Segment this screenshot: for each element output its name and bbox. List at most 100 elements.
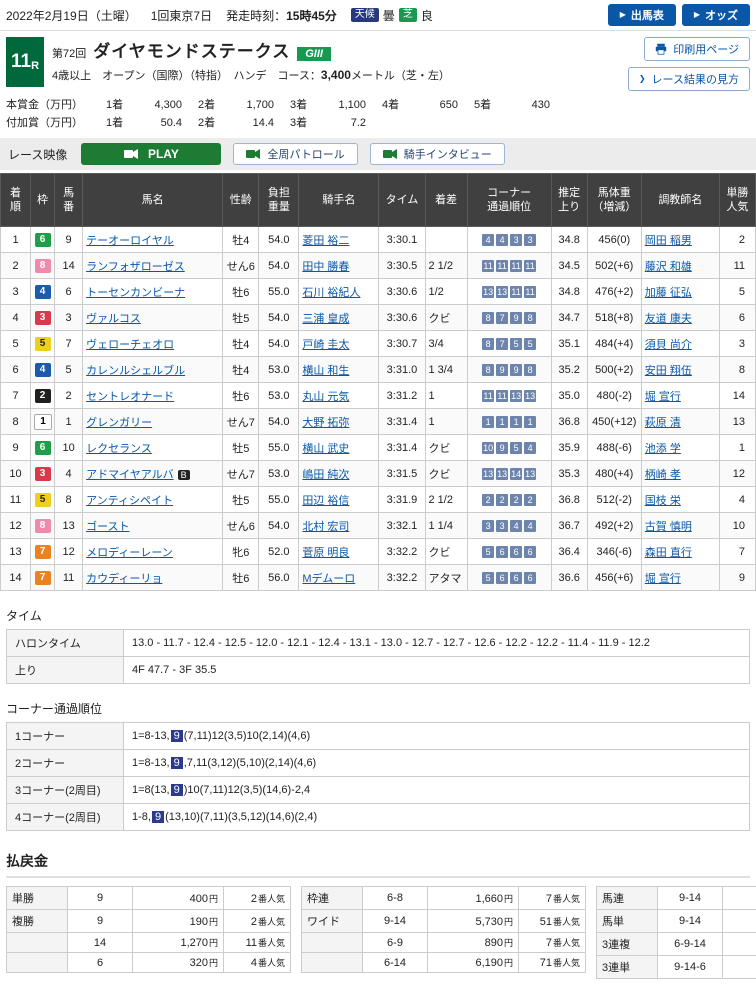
frame-number-badge: 3 <box>35 311 51 325</box>
top-bar: 2022年2月19日（土曜） 1回東京7日 発走時刻：15時45分 天候 曇 芝… <box>0 0 756 31</box>
video-camera-icon <box>246 149 260 159</box>
horse-weight-cell: 500(+2) <box>587 357 641 383</box>
trainer-cell: 萩原 清 <box>641 409 719 435</box>
horse-name-link[interactable]: セントレオナード <box>86 391 174 403</box>
main-prize-row: 本賞金（万円） 1着4,300 2着1,700 3着1,100 4着650 5着… <box>6 97 750 115</box>
odds-button[interactable]: ▶オッズ <box>682 4 750 26</box>
horse-name-link[interactable]: ヴァルコス <box>86 313 141 325</box>
corner-pass-number: 4 <box>524 520 536 532</box>
jockey-name-link[interactable]: 横山 和生 <box>302 365 349 377</box>
payout-amount: 6,190 <box>475 957 503 969</box>
results-header-cell: 単勝 人気 <box>719 174 755 227</box>
jockey-name-link[interactable]: 大野 拓弥 <box>302 417 349 429</box>
horse-name-link[interactable]: ランフォザローゼス <box>86 261 185 273</box>
horse-name-link[interactable]: メロディーレーン <box>86 547 173 559</box>
trainer-name-link[interactable]: 加藤 征弘 <box>645 287 692 299</box>
horse-name-link[interactable]: ヴェローチェオロ <box>86 339 174 351</box>
finish-position-cell: 1 <box>1 227 31 253</box>
play-video-label: PLAY <box>148 147 179 161</box>
patrol-video-button[interactable]: 全周パトロール <box>233 143 357 165</box>
prize-place: 3着 <box>290 115 324 133</box>
corner-row-label: 2コーナー <box>7 750 124 777</box>
entries-button[interactable]: ▶出馬表 <box>608 4 676 26</box>
horse-name-cell: レクセランス <box>83 435 223 461</box>
jockey-name-link[interactable]: 田辺 裕信 <box>302 495 349 507</box>
trainer-name-link[interactable]: 池添 学 <box>645 443 681 455</box>
jockey-name-link[interactable]: 田中 勝春 <box>302 261 349 273</box>
horse-number-cell: 9 <box>55 227 83 253</box>
corner-pass-number: 8 <box>482 312 494 324</box>
trainer-name-link[interactable]: 安田 翔伍 <box>645 365 692 377</box>
jockey-name-link[interactable]: 嶋田 純次 <box>302 469 349 481</box>
horse-name-link[interactable]: テーオーロイヤル <box>86 235 174 247</box>
jockey-interview-button[interactable]: 騎手インタビュー <box>370 143 505 165</box>
time-cell: 3:32.2 <box>379 565 425 591</box>
favorite-unit: 番人気 <box>258 958 285 968</box>
race-number-suffix: R <box>31 60 39 72</box>
margin-cell: 1 <box>425 409 467 435</box>
horse-name-link[interactable]: レクセランス <box>86 443 152 455</box>
horse-number-cell: 10 <box>55 435 83 461</box>
trainer-cell: 池添 学 <box>641 435 719 461</box>
horse-name-link[interactable]: ゴースト <box>86 521 129 533</box>
trainer-name-link[interactable]: 友道 康夫 <box>645 313 692 325</box>
frame-cell: 1 <box>31 409 55 435</box>
horse-name-link[interactable]: グレンガリー <box>86 417 152 429</box>
time-cell: 3:31.4 <box>379 409 425 435</box>
favorite-unit: 番人気 <box>553 894 580 904</box>
jockey-name-link[interactable]: 北村 宏司 <box>302 521 349 533</box>
jockey-cell: 田中 勝春 <box>299 253 379 279</box>
payout-amount-cell: 73,340円 <box>723 933 756 956</box>
frame-cell: 5 <box>31 331 55 357</box>
horse-weight-cell: 450(+12) <box>587 409 641 435</box>
result-guide-button[interactable]: ❯ レース結果の見方 <box>628 67 750 91</box>
time-cell: 3:30.1 <box>379 227 425 253</box>
trainer-name-link[interactable]: 岡田 稲男 <box>645 235 692 247</box>
print-page-button[interactable]: 印刷用ページ <box>644 37 750 61</box>
trainer-name-link[interactable]: 萩原 清 <box>645 417 681 429</box>
corner-pass-number: 9 <box>510 312 522 324</box>
prize-place: 3着 <box>290 97 324 115</box>
jockey-name-link[interactable]: 丸山 元気 <box>302 391 349 403</box>
time-cell: 3:30.7 <box>379 331 425 357</box>
trainer-name-link[interactable]: 国枝 栄 <box>645 495 681 507</box>
result-row: 13 7 12 メロディーレーン 牝6 52.0 菅原 明良 3:32.2 クビ… <box>1 539 756 565</box>
horse-name-link[interactable]: アンティシペイト <box>86 495 173 507</box>
payout-amount-cell: 6,190円 <box>428 953 519 973</box>
trainer-name-link[interactable]: 藤沢 和雄 <box>645 261 692 273</box>
horse-name-link[interactable]: トーセンカンビーナ <box>86 287 185 299</box>
time-row-label: ハロンタイム <box>7 630 124 657</box>
jockey-name-link[interactable]: 三浦 皇成 <box>302 313 349 325</box>
jockey-name-link[interactable]: 石川 裕紀人 <box>302 287 360 299</box>
jockey-name-link[interactable]: 戸崎 圭太 <box>302 339 349 351</box>
payout-favorite-cell: 2番人気 <box>224 887 291 910</box>
payout-amount: 1,660 <box>475 893 503 905</box>
corner-pass-number: 4 <box>524 442 536 454</box>
trainer-name-link[interactable]: 須貝 尚介 <box>645 339 692 351</box>
jockey-name-link[interactable]: 菅原 明良 <box>302 547 349 559</box>
trainer-name-link[interactable]: 柄崎 孝 <box>645 469 681 481</box>
result-row: 8 1 1 グレンガリー せん7 54.0 大野 拓弥 3:31.4 1 111… <box>1 409 756 435</box>
trainer-name-link[interactable]: 堀 宣行 <box>645 391 681 403</box>
result-row: 3 4 6 トーセンカンビーナ 牡6 55.0 石川 裕紀人 3:30.6 1/… <box>1 279 756 305</box>
corner-pass-number: 6 <box>524 572 536 584</box>
jockey-name-link[interactable]: 菱田 裕二 <box>302 235 349 247</box>
payout-row: 枠連 6-8 1,660円 7番人気 <box>302 887 586 910</box>
corner-order-section: コーナー通過順位 1コーナー 1=8-13,9(7,11)12(3,5)10(2… <box>6 700 750 831</box>
results-header-cell: タイム <box>379 174 425 227</box>
payout-amount-cell: 5,730円 <box>428 910 519 933</box>
horse-name-link[interactable]: カレンルシェルブル <box>86 365 185 377</box>
jockey-name-link[interactable]: 横山 武史 <box>302 443 349 455</box>
jockey-name-link[interactable]: Mデムーロ <box>302 573 355 585</box>
horse-name-link[interactable]: カウディーリョ <box>86 573 162 585</box>
play-video-button[interactable]: PLAY <box>81 143 221 165</box>
time-cell: 3:31.2 <box>379 383 425 409</box>
trainer-name-link[interactable]: 森田 直行 <box>645 547 692 559</box>
margin-cell: クビ <box>425 539 467 565</box>
trainer-name-link[interactable]: 堀 宣行 <box>645 573 681 585</box>
horse-name-link[interactable]: アドマイヤアルバ <box>86 469 174 481</box>
trainer-name-link[interactable]: 古賀 慎明 <box>645 521 692 533</box>
win-favorite-cell: 3 <box>719 331 755 357</box>
horse-weight-cell: 492(+2) <box>587 513 641 539</box>
corner-order-cell: 11111313 <box>467 383 551 409</box>
